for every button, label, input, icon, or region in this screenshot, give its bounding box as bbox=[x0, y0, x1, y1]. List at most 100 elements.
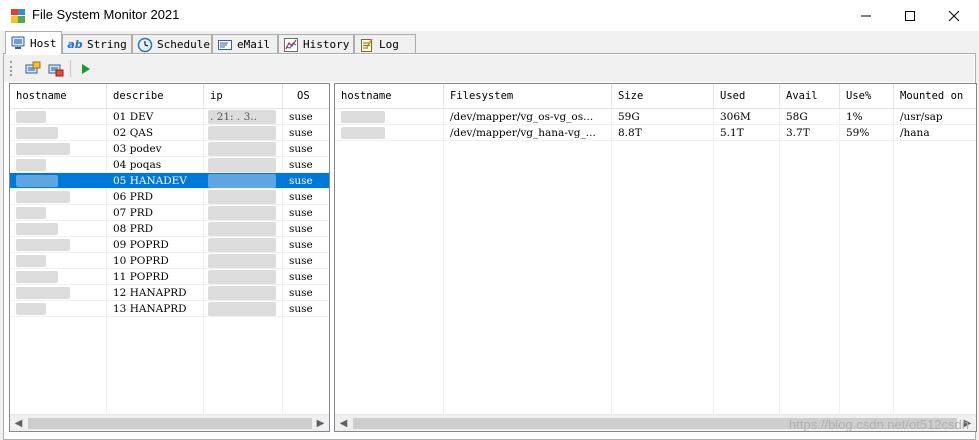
chevron-right-icon: ▶ bbox=[316, 418, 325, 429]
host-ip bbox=[204, 301, 283, 317]
filesystem-row[interactable]: /dev/mapper/vg_hana-vg_... 8.8T 5.1T 3.7T 59… bbox=[335, 125, 976, 141]
remove-host-button[interactable] bbox=[45, 58, 67, 80]
filesystem-list-header: hostname Filesystem Size Used Avail Use%… bbox=[335, 84, 976, 109]
toolbar bbox=[4, 55, 974, 82]
column-header-size[interactable]: Size bbox=[612, 84, 714, 109]
column-header-describe[interactable]: describe bbox=[107, 84, 204, 109]
fs-used: 5.1T bbox=[720, 127, 744, 139]
redacted-hostname bbox=[16, 287, 70, 299]
host-describe: 12 HANAPRD bbox=[113, 287, 187, 299]
host-ip bbox=[204, 205, 283, 221]
email-icon bbox=[217, 37, 233, 53]
redacted-hostname bbox=[16, 255, 46, 267]
tab-label: Log bbox=[379, 38, 399, 51]
clock-icon bbox=[137, 37, 153, 53]
grid-line bbox=[839, 109, 840, 416]
grid-line bbox=[893, 109, 894, 416]
host-ip bbox=[204, 269, 283, 285]
close-button[interactable] bbox=[931, 0, 977, 31]
host-describe: 08 PRD bbox=[113, 223, 154, 235]
host-os: suse bbox=[289, 303, 313, 315]
host-list-hscrollbar[interactable]: ◀ ▶ bbox=[10, 414, 329, 431]
host-row[interactable]: 10 POPRD suse bbox=[10, 253, 329, 269]
host-row[interactable]: 07 PRD suse bbox=[10, 205, 329, 221]
tab-label: String bbox=[87, 38, 127, 51]
host-list[interactable]: hostname describe ip OS 01 DEV . 21: . 3.… bbox=[9, 83, 330, 432]
tab-history[interactable]: History bbox=[278, 34, 354, 54]
toolbar-grip bbox=[10, 61, 12, 76]
host-ip bbox=[204, 189, 283, 205]
host-os: suse bbox=[289, 111, 313, 123]
host-os: suse bbox=[289, 271, 313, 283]
tab-email[interactable]: eMail bbox=[212, 34, 278, 54]
host-ip bbox=[204, 285, 283, 301]
fs-mounted-on: /usr/sap bbox=[900, 111, 943, 123]
watermark: https://blog.csdn.net/ot512csdn bbox=[789, 417, 969, 432]
minimize-button[interactable] bbox=[843, 0, 889, 31]
redacted-hostname bbox=[341, 111, 385, 123]
host-ip bbox=[204, 125, 283, 141]
column-header-os[interactable]: OS bbox=[283, 84, 329, 109]
fs-avail: 3.7T bbox=[786, 127, 810, 139]
title-bar: File System Monitor 2021 bbox=[0, 0, 979, 31]
host-ip: . 21: . 3.. bbox=[210, 111, 257, 123]
host-ip bbox=[204, 221, 283, 237]
add-host-button[interactable] bbox=[22, 58, 44, 80]
host-row[interactable]: 02 QAS suse bbox=[10, 125, 329, 141]
run-icon bbox=[82, 64, 90, 74]
tab-host[interactable]: Host bbox=[5, 31, 62, 54]
column-header-usepct[interactable]: Use% bbox=[840, 84, 894, 109]
app-icon bbox=[10, 8, 26, 24]
toolbar-separator bbox=[70, 60, 71, 77]
host-row[interactable]: 11 POPRD suse bbox=[10, 269, 329, 285]
column-header-filesystem[interactable]: Filesystem bbox=[444, 84, 612, 109]
redacted-hostname bbox=[16, 239, 70, 251]
redacted-hostname bbox=[16, 191, 70, 203]
host-row[interactable]: 09 POPRD suse bbox=[10, 237, 329, 253]
column-header-mounted-on[interactable]: Mounted on bbox=[894, 84, 976, 109]
host-row[interactable]: 13 HANAPRD suse bbox=[10, 301, 329, 317]
host-row[interactable]: 03 podev suse bbox=[10, 141, 329, 157]
scroll-left-button[interactable]: ◀ bbox=[10, 415, 27, 431]
grid-line bbox=[713, 109, 714, 416]
remove-host-icon bbox=[48, 64, 64, 77]
scroll-thumb[interactable] bbox=[28, 418, 312, 429]
filesystem-row[interactable]: /dev/mapper/vg_os-vg_os... 59G 306M 58G 1% /u… bbox=[335, 109, 976, 125]
fs-usepct: 59% bbox=[846, 127, 870, 139]
close-icon bbox=[948, 10, 960, 21]
host-row[interactable]: 06 PRD suse bbox=[10, 189, 329, 205]
tab-string[interactable]: ab String bbox=[62, 34, 132, 54]
column-header-hostname[interactable]: hostname bbox=[335, 84, 444, 109]
tab-log[interactable]: Log bbox=[354, 34, 416, 54]
tab-schedule[interactable]: Schedule bbox=[132, 34, 212, 54]
host-row[interactable]: 05 HANADEV suse bbox=[10, 173, 329, 189]
tab-label: Schedule bbox=[157, 38, 210, 51]
maximize-button[interactable] bbox=[887, 0, 933, 31]
grid-line bbox=[443, 109, 444, 416]
minimize-icon bbox=[861, 15, 871, 16]
column-header-hostname[interactable]: hostname bbox=[10, 84, 107, 109]
fs-used: 306M bbox=[720, 111, 751, 123]
host-row[interactable]: 04 poqas suse bbox=[10, 157, 329, 173]
scroll-left-button[interactable]: ◀ bbox=[335, 415, 352, 431]
host-describe: 04 poqas bbox=[113, 159, 162, 171]
host-os: suse bbox=[289, 255, 313, 267]
host-os: suse bbox=[289, 239, 313, 251]
host-ip bbox=[204, 237, 283, 253]
redacted-hostname bbox=[16, 127, 58, 139]
host-row[interactable]: 01 DEV . 21: . 3.. suse bbox=[10, 109, 329, 125]
host-row[interactable]: 12 HANAPRD suse bbox=[10, 285, 329, 301]
fs-filesystem: /dev/mapper/vg_hana-vg_... bbox=[450, 127, 596, 139]
host-row[interactable]: 08 PRD suse bbox=[10, 221, 329, 237]
fs-usepct: 1% bbox=[846, 111, 863, 123]
redacted-hostname bbox=[16, 271, 58, 283]
filesystem-list[interactable]: hostname Filesystem Size Used Avail Use%… bbox=[334, 83, 977, 432]
redacted-hostname bbox=[16, 207, 46, 219]
column-header-used[interactable]: Used bbox=[714, 84, 780, 109]
scroll-right-button[interactable]: ▶ bbox=[312, 415, 329, 431]
column-header-avail[interactable]: Avail bbox=[780, 84, 840, 109]
host-describe: 02 QAS bbox=[113, 127, 154, 139]
column-header-ip[interactable]: ip bbox=[204, 84, 283, 109]
run-button[interactable] bbox=[74, 58, 96, 80]
host-describe: 03 podev bbox=[113, 143, 162, 155]
